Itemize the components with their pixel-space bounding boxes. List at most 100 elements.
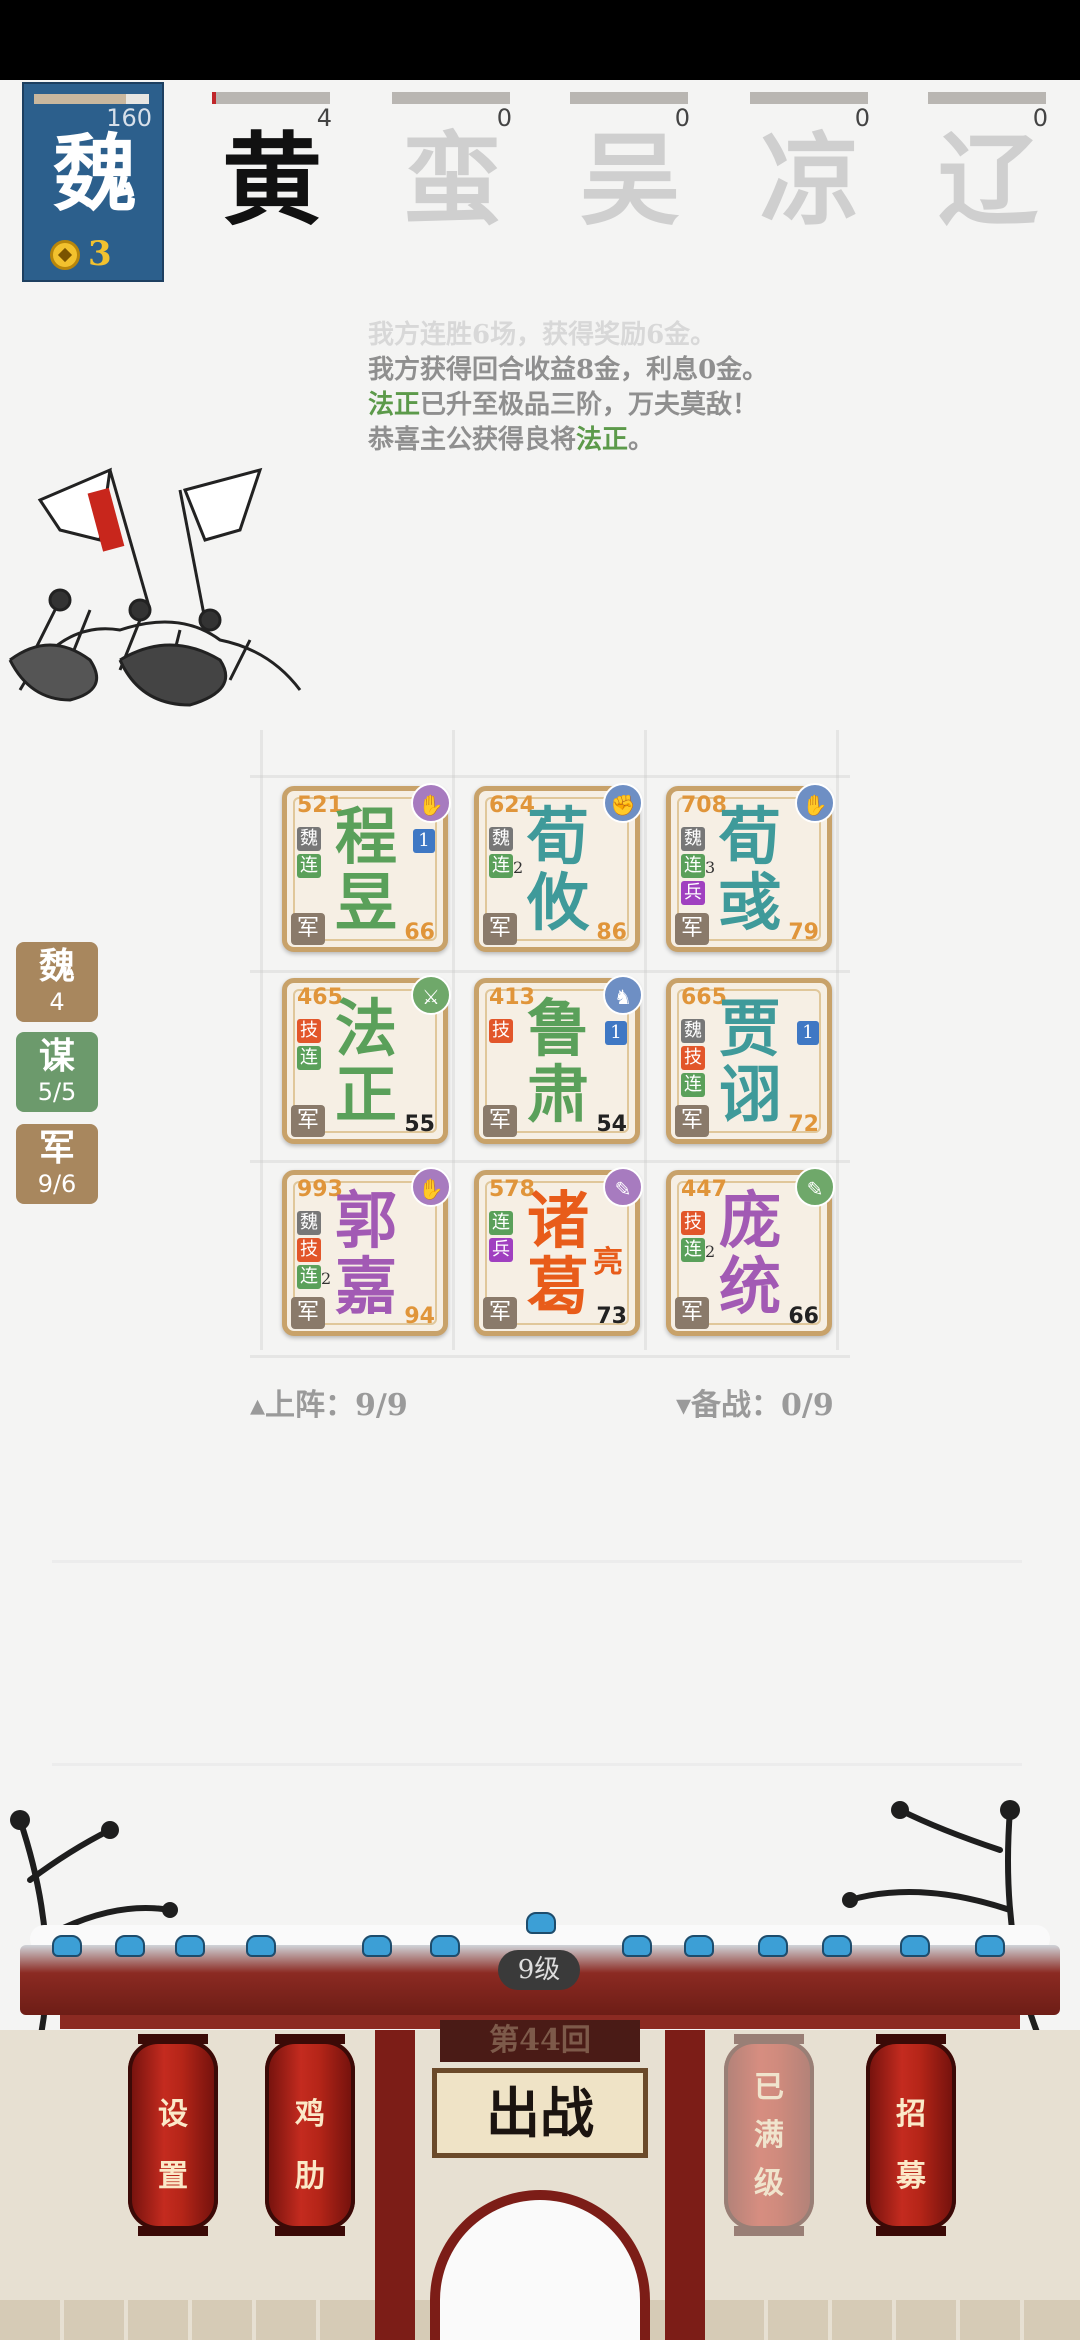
log-line: 我方连胜6场，获得奖励6金。 [368, 320, 717, 350]
log-line: 法正已升至极品三阶，万夫莫敌！ [368, 388, 888, 423]
army-badge: 军 [291, 913, 325, 945]
general-card[interactable]: 665 魏技连贾诩 1 军 72 [666, 978, 832, 1144]
trait-tags: 魏技连2 [297, 1211, 331, 1292]
enemy-hp-bar [212, 92, 330, 104]
battle-log: 我方连胜6场，获得奖励6金。 我方获得回合收益8金，利息0金。 法正已升至极品三… [368, 318, 888, 458]
player-hp-fill [34, 94, 126, 104]
trait-tag: 兵 [681, 881, 705, 905]
settings-label: 置 [158, 2159, 188, 2194]
gate-pillar [375, 2030, 415, 2340]
general-card[interactable]: 624 魏连 2 荀攸 ✊ 军 86 [474, 783, 643, 952]
trait-tag: 连2 [489, 854, 523, 878]
log-text: 。 [628, 425, 655, 455]
general-power: 72 [788, 1112, 819, 1137]
level-badge: 9级 [498, 1950, 580, 1990]
enemy-faction-3[interactable]: 0凉 [750, 90, 870, 240]
general-card[interactable]: 708 魏连 3 兵荀彧 ✋ 军 79 [666, 783, 835, 952]
gate-pillar [665, 2030, 705, 2340]
general-card[interactable]: 413 技鲁肃 1 ♞ 军 54 [474, 975, 643, 1144]
max-level-label: 已 [754, 2070, 784, 2105]
trait-tag: 兵 [489, 1238, 513, 1262]
general-card[interactable]: 521 魏连程昱 1 ✋ 军 66 [282, 783, 451, 952]
trait-tag: 技 [489, 1019, 513, 1043]
cat-icon [758, 1935, 788, 1957]
bench-count: ▾备战：0/9 [676, 1388, 834, 1423]
general-power: 79 [788, 920, 819, 945]
general-name-1: 庞 [719, 1184, 782, 1257]
general-power: 86 [596, 920, 627, 945]
enemy-faction-name: 黄 [222, 121, 322, 239]
army-badge: 军 [483, 1297, 517, 1329]
settings-button[interactable]: 设置 [128, 2034, 218, 2236]
trait-tag: 连2 [681, 1238, 715, 1262]
recruit-button[interactable]: 招募 [866, 2034, 956, 2236]
general-card[interactable]: 447 技连 2 庞统 ✎ 军 66 [666, 1167, 835, 1336]
general-name-1: 法 [335, 992, 398, 1065]
trait-tags: 技连 [297, 1019, 327, 1073]
battle-button[interactable]: 出战 [432, 2068, 648, 2158]
army-badge: 军 [675, 1105, 709, 1137]
star-level-badge: 1 [797, 1021, 819, 1045]
star-level-badge: 1 [413, 829, 435, 853]
trait-tag: 技 [297, 1019, 321, 1043]
chicken-rib-button[interactable]: 鸡肋 [265, 2034, 355, 2236]
enemy-faction-name: 凉 [760, 121, 860, 239]
general-power: 55 [404, 1112, 435, 1137]
bench-area[interactable] [52, 1560, 1022, 1766]
log-line: 我方获得回合收益8金，利息0金。 [368, 355, 769, 385]
general-name-2: 攸 [527, 866, 590, 939]
army-badge: 军 [291, 1105, 325, 1137]
formation-board: 521 魏连程昱 1 ✋ 军 66 624 魏连 2 荀攸 ✊ 军 86 708 魏连 3 兵荀彧 ✋ 军 79 465… [230, 730, 890, 1370]
enemy-faction-2[interactable]: 0吴 [570, 90, 690, 240]
general-card[interactable]: 578 连兵诸葛亮 ✎ 军 73 [474, 1167, 643, 1336]
side-badge-2[interactable]: 军 9/6 [16, 1124, 98, 1204]
general-name-1: 荀 [527, 800, 590, 873]
general-name-1: 鲁 [527, 992, 590, 1065]
trait-tag: 连 [489, 1211, 513, 1235]
skill-orb-icon: ✊ [603, 783, 643, 823]
army-badge: 军 [675, 1297, 709, 1329]
army-badge: 军 [483, 1105, 517, 1137]
general-card[interactable]: 993 魏技连 2 郭嘉 ✋ 军 94 [282, 1167, 451, 1336]
trait-tag: 技 [681, 1046, 705, 1070]
general-name-2: 正 [335, 1058, 398, 1131]
army-badge: 军 [291, 1297, 325, 1329]
general-name-2: 嘉 [335, 1250, 398, 1323]
max-level-button[interactable]: 已满级 [724, 2034, 814, 2236]
onfield-count: ▴上阵：9/9 [250, 1388, 408, 1423]
general-name-1: 贾 [719, 992, 782, 1065]
side-badge-0[interactable]: 魏4 [16, 942, 98, 1022]
cat-icon [622, 1935, 652, 1957]
enemy-faction-0[interactable]: 4黄 [212, 90, 332, 240]
player-faction-name: 魏 [52, 124, 137, 223]
side-badge-label: 谋 [38, 1035, 75, 1077]
log-general-name: 法正 [368, 390, 421, 420]
skill-orb-icon: ✋ [795, 783, 835, 823]
trait-tag: 连2 [297, 1265, 331, 1289]
general-power: 94 [404, 1304, 435, 1329]
cat-icon [975, 1935, 1005, 1957]
player-faction-card[interactable]: 160 魏 3 [22, 82, 164, 282]
coin-icon [50, 240, 80, 270]
enemy-hp-fill [212, 92, 216, 104]
cat-icon [52, 1935, 82, 1957]
cat-icon [246, 1935, 276, 1957]
general-card[interactable]: 465 技连法正 ⚔ 军 55 [282, 975, 451, 1144]
general-courtesy-name: 亮 [593, 1245, 623, 1280]
trait-tag: 连3 [681, 854, 715, 878]
enemy-hp-bar [928, 92, 1046, 104]
recruit-label: 招 [896, 2097, 926, 2132]
general-name-2: 昱 [335, 866, 398, 939]
enemy-faction-4[interactable]: 0辽 [928, 90, 1048, 240]
general-name-2: 统 [719, 1250, 782, 1323]
enemy-faction-name: 吴 [580, 121, 680, 239]
skill-orb-icon: ♞ [603, 975, 643, 1015]
settings-label: 设 [158, 2097, 188, 2132]
cat-icon [900, 1935, 930, 1957]
side-badge-1[interactable]: 谋 5/5 [16, 1032, 98, 1112]
chicken-rib-label: 肋 [295, 2159, 325, 2194]
skill-orb-icon: ✋ [411, 783, 451, 823]
general-name-1: 诸 [527, 1184, 590, 1257]
enemy-faction-1[interactable]: 0蛮 [392, 90, 512, 240]
enemy-faction-name: 蛮 [402, 121, 502, 239]
